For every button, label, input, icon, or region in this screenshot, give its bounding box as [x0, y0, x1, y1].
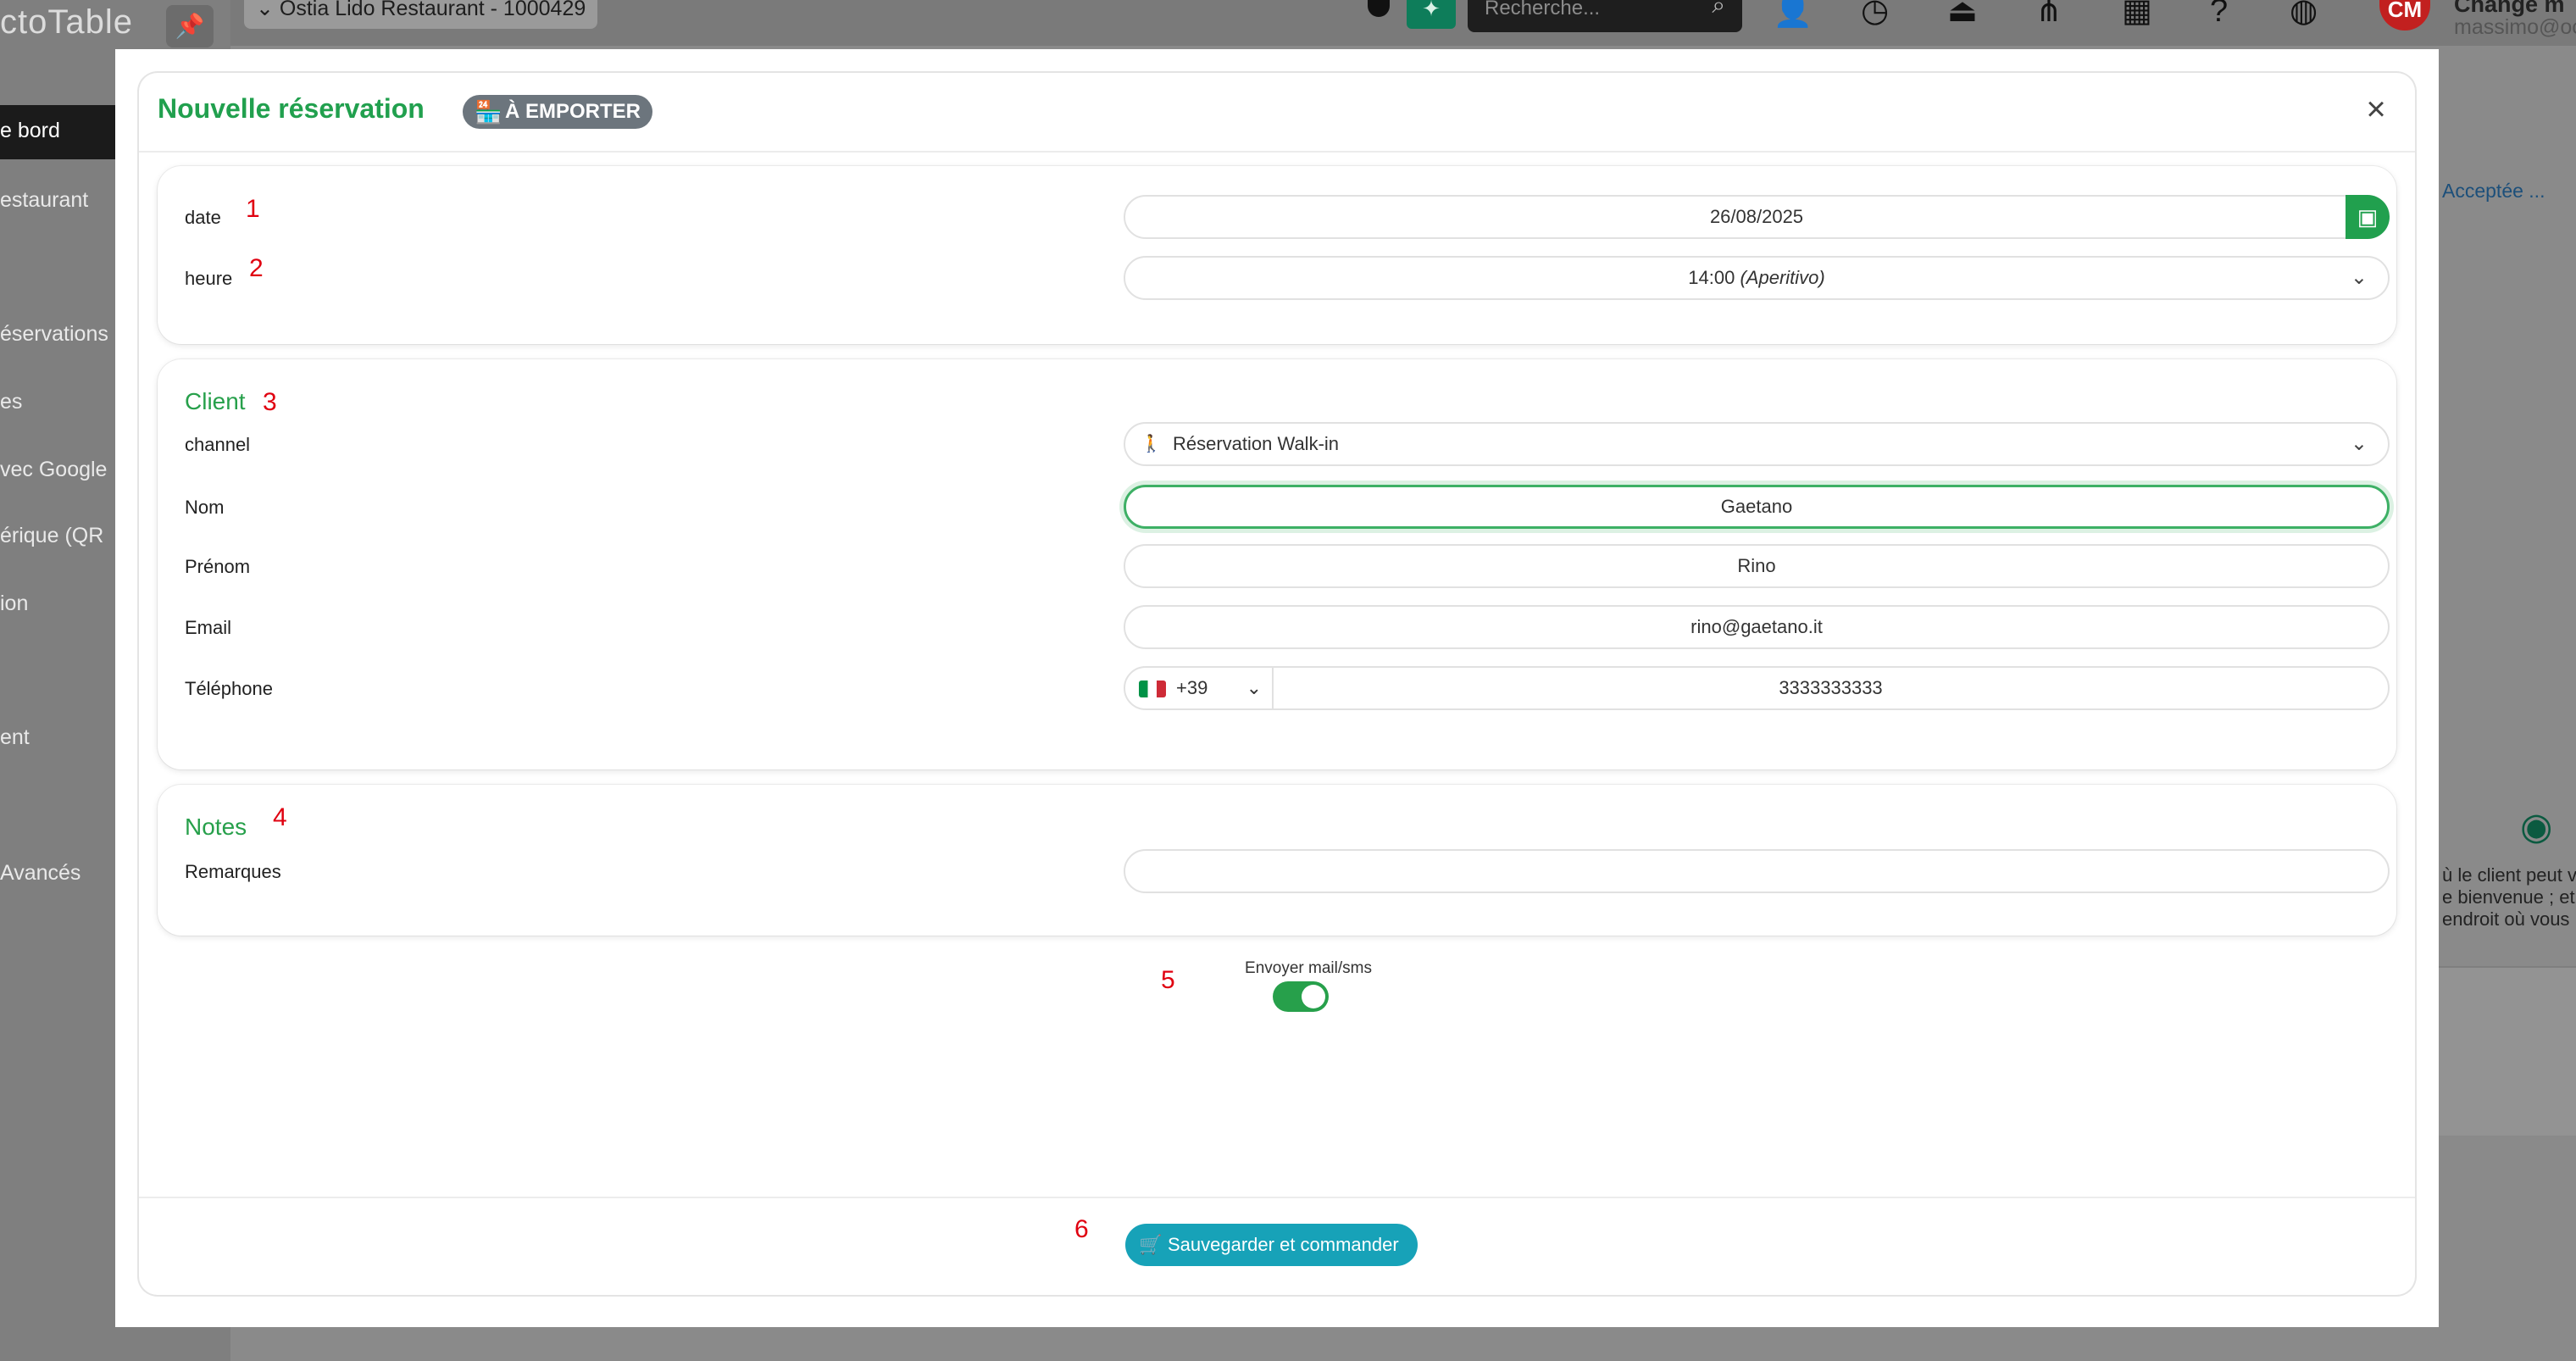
time-service: (Aperitivo) [1740, 267, 1825, 288]
sidebar-item-8[interactable]: ent [0, 725, 30, 750]
chevron-down-icon: ⌄ [2350, 432, 2368, 455]
user-email: massimo@oc [2454, 15, 2576, 39]
country-code-select[interactable]: +39 ⌄ [1125, 668, 1274, 708]
app-logo: ctoTable [0, 3, 133, 41]
avatar[interactable]: CM [2379, 0, 2430, 31]
annotation-marker-2: 2 [249, 254, 264, 282]
modal-backdrop-frame: Nouvelle réservation 🏪 À EMPORTER × date… [115, 49, 2439, 1327]
phone-label: Téléphone [185, 678, 273, 699]
sidebar-item-4[interactable]: es [0, 390, 22, 414]
send-notification-toggle[interactable] [1273, 981, 1329, 1012]
remarks-input[interactable] [1124, 849, 2390, 893]
modal-header: Nouvelle réservation 🏪 À EMPORTER × [139, 73, 2415, 153]
toggle-knob [1302, 985, 1325, 1008]
time-value: 14:00 [1688, 267, 1735, 288]
send-notification-label: Envoyer mail/sms [1245, 959, 1372, 977]
date-time-card: date 1 26/08/2025 ▣ heure 2 14:00 (Aperi… [158, 166, 2396, 344]
modal-footer: 6 🛒 Sauvegarder et commander [139, 1197, 2415, 1295]
sidebar-item-7[interactable]: ion [0, 592, 28, 616]
status-dot-icon [1368, 0, 1390, 17]
reservation-status: Acceptée ... [2442, 180, 2545, 202]
search-placeholder: Recherche... [1485, 0, 1601, 19]
first-name-label: Prénom [185, 556, 251, 577]
email-field[interactable]: rino@gaetano.it [1124, 605, 2390, 649]
date-label: date [185, 207, 221, 228]
restaurant-selector[interactable]: ⌄ Ostia Lido Restaurant - 1000429 [244, 0, 598, 29]
country-code: +39 [1176, 677, 1208, 698]
first-name-input[interactable]: Rino [1124, 544, 2390, 588]
phone-field: +39 ⌄ 3333333333 [1124, 666, 2390, 710]
client-card: Client 3 channel 🚶 Réservation Walk-in ⌄… [158, 359, 2396, 769]
search-input[interactable]: Recherche... ⌕ [1468, 0, 1742, 32]
modal-title: Nouvelle réservation [158, 93, 425, 124]
takeaway-badge: 🏪 À EMPORTER [463, 95, 653, 129]
info-line: e bienvenue ; et [2442, 886, 2575, 908]
add-user-icon[interactable]: 👤 [1773, 0, 1813, 27]
service-bell-icon[interactable]: ⏏ [1947, 0, 1978, 27]
grid-icon[interactable]: ▦ [2122, 0, 2152, 27]
remarks-label: Remarques [185, 861, 281, 882]
cart-icon: 🛒 [1139, 1234, 1163, 1255]
date-value: 26/08/2025 [1709, 206, 1804, 227]
annotation-marker-1: 1 [246, 195, 260, 223]
search-icon[interactable]: ⌕ [1712, 0, 1725, 17]
time-select[interactable]: 14:00 (Aperitivo) ⌄ [1124, 256, 2390, 300]
save-button-label: Sauvegarder et commander [1168, 1234, 1399, 1255]
annotation-marker-4: 4 [273, 803, 287, 831]
top-bar: ⌄ Ostia Lido Restaurant - 1000429 ✦ Rech… [230, 0, 2576, 46]
sidebar-item-qr[interactable]: érique (QR [0, 524, 103, 548]
phone-number-input[interactable]: 3333333333 [1779, 677, 1882, 698]
close-button[interactable]: × [2359, 92, 2393, 127]
eye-icon[interactable]: ◉ [2520, 805, 2552, 848]
walk-in-icon: 🚶 [1141, 435, 1162, 453]
globe-icon[interactable]: ◍ [2290, 0, 2318, 27]
help-icon[interactable]: ? [2210, 0, 2228, 27]
channel-select[interactable]: 🚶 Réservation Walk-in ⌄ [1124, 422, 2390, 466]
info-line: endroit où vous [2442, 908, 2570, 930]
save-and-order-button[interactable]: 🛒 Sauvegarder et commander [1125, 1224, 1418, 1266]
date-field[interactable]: 26/08/2025 ▣ [1124, 195, 2390, 239]
pin-icon[interactable]: 📌 [166, 5, 214, 47]
notes-section-title: Notes [185, 814, 247, 840]
client-section-title: Client [185, 388, 246, 414]
last-name-input[interactable]: Gaetano [1124, 485, 2390, 529]
time-label: heure [185, 268, 233, 289]
last-name-label: Nom [185, 497, 225, 518]
sidebar-item-advanced[interactable]: Avancés [0, 861, 80, 886]
notes-card: Notes 4 Remarques [158, 785, 2396, 936]
sidebar-item-reservations[interactable]: éservations [0, 322, 108, 347]
annotation-marker-3: 3 [263, 388, 277, 416]
channel-value: Réservation Walk-in [1173, 433, 1340, 454]
restaurant-name: Ostia Lido Restaurant - 1000429 [279, 0, 586, 20]
pin-button[interactable]: ✦ [1407, 0, 1456, 29]
italy-flag-icon [1139, 680, 1166, 698]
badge-label: À EMPORTER [505, 100, 641, 123]
annotation-marker-5: 5 [1161, 966, 1175, 994]
sitemap-icon[interactable]: ⋔ [2035, 0, 2062, 27]
info-text: ù le client peut v e bienvenue ; et endr… [2442, 864, 2576, 930]
calendar-icon[interactable]: ▣ [2346, 195, 2390, 239]
sidebar-item-restaurant[interactable]: estaurant [0, 188, 88, 213]
chevron-down-icon: ⌄ [2350, 266, 2368, 289]
sidebar-item-dashboard[interactable]: e bord [0, 119, 60, 143]
annotation-marker-6: 6 [1074, 1215, 1089, 1243]
takeaway-icon: 🏪 [475, 99, 502, 125]
clock-icon[interactable]: ◷ [1861, 0, 1889, 27]
email-label: Email [185, 617, 232, 638]
channel-label: channel [185, 434, 251, 455]
background-panel [2439, 966, 2576, 1136]
new-reservation-modal: Nouvelle réservation 🏪 À EMPORTER × date… [139, 73, 2415, 1295]
sidebar-item-google[interactable]: vec Google [0, 458, 107, 482]
info-line: ù le client peut v [2442, 864, 2576, 886]
chevron-down-icon: ⌄ [1246, 677, 1262, 698]
